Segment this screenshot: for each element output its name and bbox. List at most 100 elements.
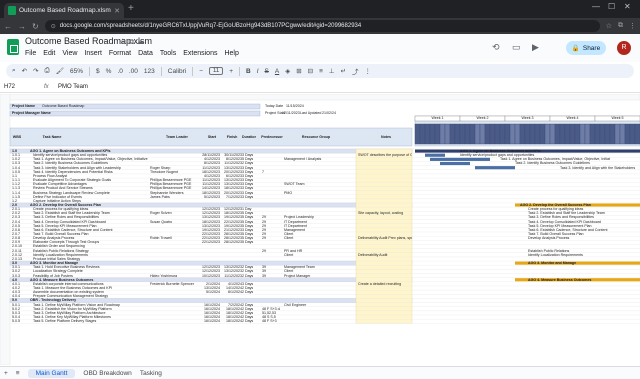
undo-icon[interactable]: ↶ (22, 67, 27, 75)
gantt-label: Identify Localization Requirements (528, 252, 583, 257)
percent-icon[interactable]: % (106, 68, 112, 75)
all-sheets-icon[interactable]: ≡ (16, 370, 20, 377)
menu-view[interactable]: View (62, 50, 77, 57)
decrease-font-icon[interactable]: − (199, 68, 203, 75)
day-column (539, 123, 546, 145)
share-button[interactable]: 🔒 Share (566, 41, 606, 55)
lock-icon: 🔒 (571, 45, 580, 52)
gantt-label: AGO 4. Measure Business Outcomes (528, 277, 592, 282)
day-column (434, 123, 441, 145)
strikethrough-icon[interactable]: S (265, 68, 269, 75)
gantt-bar (440, 161, 470, 166)
currency-icon[interactable]: $ (96, 68, 100, 75)
number-format-icon[interactable]: 123 (144, 68, 155, 75)
day-column (414, 123, 421, 145)
site-info-icon[interactable]: ⊙ (51, 23, 56, 30)
day-column (419, 123, 426, 145)
star-document-icon[interactable]: ☆ ⧉ ☁ (119, 37, 144, 47)
menu-file[interactable]: File (25, 50, 36, 57)
forward-icon[interactable]: → (18, 22, 26, 31)
formula-bar: H72 fx PMO Team (0, 81, 640, 93)
menu-help[interactable]: Help (224, 50, 238, 57)
header-predecessor: Predecessor (261, 135, 283, 139)
rotate-icon[interactable]: ⤴ (352, 66, 359, 76)
day-column (469, 123, 476, 145)
wrap-icon[interactable]: ↵ (341, 67, 346, 75)
resource-group-cell: Management / Analysts (284, 157, 322, 162)
search-menus-icon[interactable]: ⌕ (12, 67, 16, 75)
borders-icon[interactable]: ⊞ (296, 67, 301, 75)
close-window-icon[interactable]: ✕ (624, 2, 631, 11)
print-icon[interactable]: ⎙ (45, 67, 50, 75)
back-icon[interactable]: ← (4, 22, 12, 31)
menu-tools[interactable]: Tools (160, 50, 176, 57)
last-updated-value: 21/02/24 (322, 111, 336, 115)
font-size-input[interactable]: 11 (208, 67, 224, 75)
text-color-icon[interactable]: A (275, 68, 279, 75)
day-column (519, 123, 526, 145)
menu-format[interactable]: Format (109, 50, 131, 57)
gantt-label: Develop Analysis Process (528, 236, 570, 241)
finish-cell: 28/12/2023 (224, 240, 242, 245)
decrease-decimal-icon[interactable]: .0 (117, 68, 122, 75)
sheet-tab-obd-breakdown[interactable]: OBD Breakdown (83, 370, 131, 377)
header-duration: Duration (242, 135, 256, 139)
header-start: Start (207, 135, 217, 139)
meet-icon[interactable]: ▶ (532, 42, 539, 53)
day-column (484, 123, 491, 145)
zoom-select[interactable]: 65% (70, 68, 83, 75)
history-icon[interactable]: ⟲ (492, 42, 500, 53)
sheet-tab-main-gantt[interactable]: Main Gantt (27, 368, 76, 378)
wbs-cell: 5.0.5 (12, 319, 20, 324)
paint-format-icon[interactable]: 🖌 (56, 67, 64, 75)
duration-cell: 5 Days (242, 240, 254, 245)
bookmark-star-icon[interactable]: ☆ (606, 22, 612, 30)
increase-decimal-icon[interactable]: .00 (129, 68, 138, 75)
fill-color-icon[interactable]: ◈ (285, 67, 290, 75)
header-task-name: Task Name (42, 135, 62, 139)
valign-icon[interactable]: ⊥ (329, 67, 335, 75)
address-bar[interactable]: ⊙ docs.google.com/spreadsheets/d/1nyeGRC… (44, 20, 600, 32)
day-column (534, 123, 541, 145)
menu-data[interactable]: Data (138, 50, 153, 57)
name-box[interactable]: H72 (0, 84, 44, 90)
new-tab-icon[interactable]: + (128, 4, 134, 14)
sheets-logo-icon[interactable] (7, 39, 19, 55)
extensions-icon[interactable]: ⧉ (618, 22, 623, 30)
formula-input[interactable]: PMO Team (58, 84, 88, 90)
avatar[interactable]: R (617, 41, 631, 55)
predecessor-cell: 39 (262, 273, 266, 278)
menu-insert[interactable]: Insert (84, 50, 102, 57)
duration-cell: 2 Days (242, 319, 254, 324)
maximize-icon[interactable]: ☐ (608, 2, 615, 11)
gantt-bar (425, 153, 445, 157)
merge-cells-icon[interactable]: ⊟ (308, 67, 313, 75)
menu-extensions[interactable]: Extensions (183, 50, 217, 57)
redo-icon[interactable]: ↷ (33, 67, 38, 75)
increase-font-icon[interactable]: + (229, 68, 233, 75)
day-column (559, 123, 566, 145)
comments-icon[interactable]: ▭ (512, 42, 521, 53)
close-tab-icon[interactable]: ✕ (114, 7, 120, 15)
gantt-label: AGO 3. Monitor and Manage (528, 261, 577, 266)
bold-icon[interactable]: B (246, 68, 251, 75)
italic-icon[interactable]: I (257, 68, 259, 75)
align-icon[interactable]: ≡ (319, 68, 323, 75)
project-manager-label: Project Manager Name (12, 111, 51, 115)
font-select[interactable]: Calibri (168, 68, 186, 75)
browser-tab[interactable]: Outcome Based Roadmap.xlsm ✕ (4, 3, 124, 18)
reload-icon[interactable]: ↻ (32, 22, 39, 31)
project-name-value: Outcome Based Roadmap (42, 104, 85, 108)
menu-edit[interactable]: Edit (43, 50, 55, 57)
add-sheet-icon[interactable]: + (4, 370, 8, 377)
notes-cell: Deliverability Audit Prev plans, specifi… (358, 236, 412, 241)
browser-menu-icon[interactable]: ⋮ (629, 22, 636, 30)
day-column (629, 123, 636, 145)
finish-cell: 7/12/2023 (226, 194, 242, 199)
minimize-icon[interactable]: — (592, 2, 600, 11)
start-cell: 10/12/2023 (202, 273, 220, 278)
sheet-tab-tasking[interactable]: Tasking (140, 370, 162, 377)
menu-bar: File Edit View Insert Format Data Tools … (25, 50, 239, 57)
day-column (529, 123, 536, 145)
more-icon[interactable]: ⋮ (365, 67, 372, 75)
